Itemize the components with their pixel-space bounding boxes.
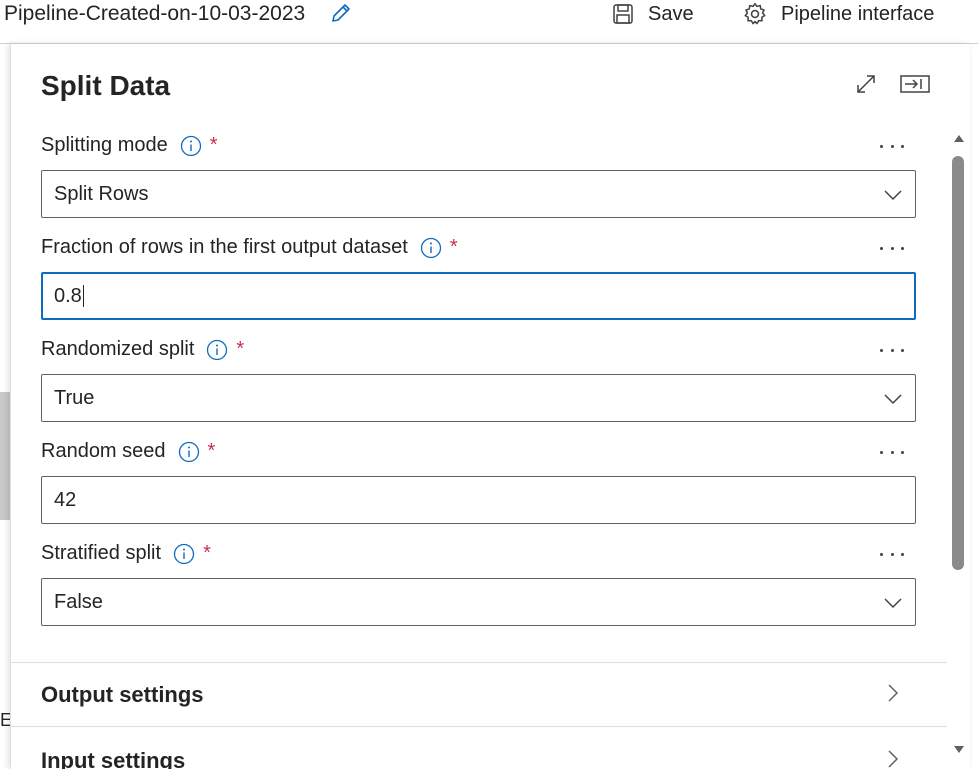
section-divider: [11, 726, 947, 727]
chevron-down-icon: [884, 394, 902, 405]
stratified-split-dropdown[interactable]: False: [41, 578, 916, 626]
random-seed-label-text: Random seed: [41, 440, 166, 462]
section-divider: [11, 662, 947, 663]
stratified-split-label: Stratified split *: [41, 542, 211, 565]
output-settings-header[interactable]: Output settings: [41, 682, 204, 708]
required-marker: *: [236, 338, 245, 360]
panel-title: Split Data: [41, 70, 171, 101]
info-icon[interactable]: [206, 339, 228, 361]
splitting-mode-label: Splitting mode *: [41, 134, 218, 157]
expand-icon[interactable]: [853, 71, 879, 97]
required-marker: *: [449, 236, 458, 258]
more-icon[interactable]: [878, 544, 906, 564]
randomized-split-value: True: [54, 386, 95, 409]
splitting-mode-value: Split Rows: [54, 182, 149, 205]
required-marker: *: [209, 134, 218, 156]
fraction-value: 0.8: [54, 284, 82, 307]
fraction-label: Fraction of rows in the first output dat…: [41, 236, 458, 259]
info-icon[interactable]: [180, 135, 202, 157]
chevron-down-icon: [884, 190, 902, 201]
random-seed-input[interactable]: 42: [41, 476, 916, 524]
randomized-split-dropdown[interactable]: True: [41, 374, 916, 422]
fraction-label-text: Fraction of rows in the first output dat…: [41, 236, 408, 258]
more-icon[interactable]: [878, 340, 906, 360]
edit-icon[interactable]: [329, 1, 353, 25]
save-button[interactable]: Save: [611, 0, 694, 28]
required-marker: *: [207, 440, 216, 462]
more-icon[interactable]: [878, 136, 906, 156]
pipeline-title: Pipeline-Created-on-10-03-2023: [4, 2, 306, 25]
text-caret: [82, 285, 85, 307]
required-marker: *: [203, 542, 211, 564]
collapse-panel-icon[interactable]: [899, 72, 931, 96]
background-text-fragment: E: [0, 710, 10, 730]
info-icon[interactable]: [173, 543, 195, 565]
input-settings-header[interactable]: Input settings: [41, 748, 185, 769]
splitting-mode-label-text: Splitting mode: [41, 134, 168, 156]
scroll-down-icon[interactable]: [952, 744, 966, 756]
save-icon: [613, 4, 633, 24]
split-data-panel: Split Data Splitting mode * Split Rows F…: [10, 44, 970, 769]
gear-icon: [744, 2, 766, 25]
info-icon[interactable]: [178, 441, 200, 463]
save-label: Save: [648, 2, 694, 25]
pipeline-interface-button[interactable]: Pipeline interface: [742, 0, 934, 28]
chevron-down-icon: [884, 598, 902, 609]
more-icon[interactable]: [878, 238, 906, 258]
stratified-split-label-text: Stratified split: [41, 542, 162, 564]
scroll-up-icon[interactable]: [952, 132, 966, 144]
chevron-right-icon[interactable]: [885, 748, 901, 769]
randomized-split-label-text: Randomized split: [41, 338, 195, 360]
pipeline-interface-label: Pipeline interface: [781, 2, 935, 25]
random-seed-label: Random seed *: [41, 440, 215, 463]
scrollbar-thumb[interactable]: [952, 156, 964, 570]
splitting-mode-dropdown[interactable]: Split Rows: [41, 170, 916, 218]
background-canvas-strip: [0, 392, 10, 520]
stratified-split-value: False: [54, 590, 103, 613]
fraction-input[interactable]: 0.8: [41, 272, 916, 320]
random-seed-value: 42: [54, 488, 77, 511]
chevron-right-icon[interactable]: [885, 682, 901, 704]
top-bar: Pipeline-Created-on-10-03-2023 Save Pipe…: [0, 0, 978, 44]
info-icon[interactable]: [420, 237, 442, 259]
randomized-split-label: Randomized split *: [41, 338, 244, 361]
more-icon[interactable]: [878, 442, 906, 462]
